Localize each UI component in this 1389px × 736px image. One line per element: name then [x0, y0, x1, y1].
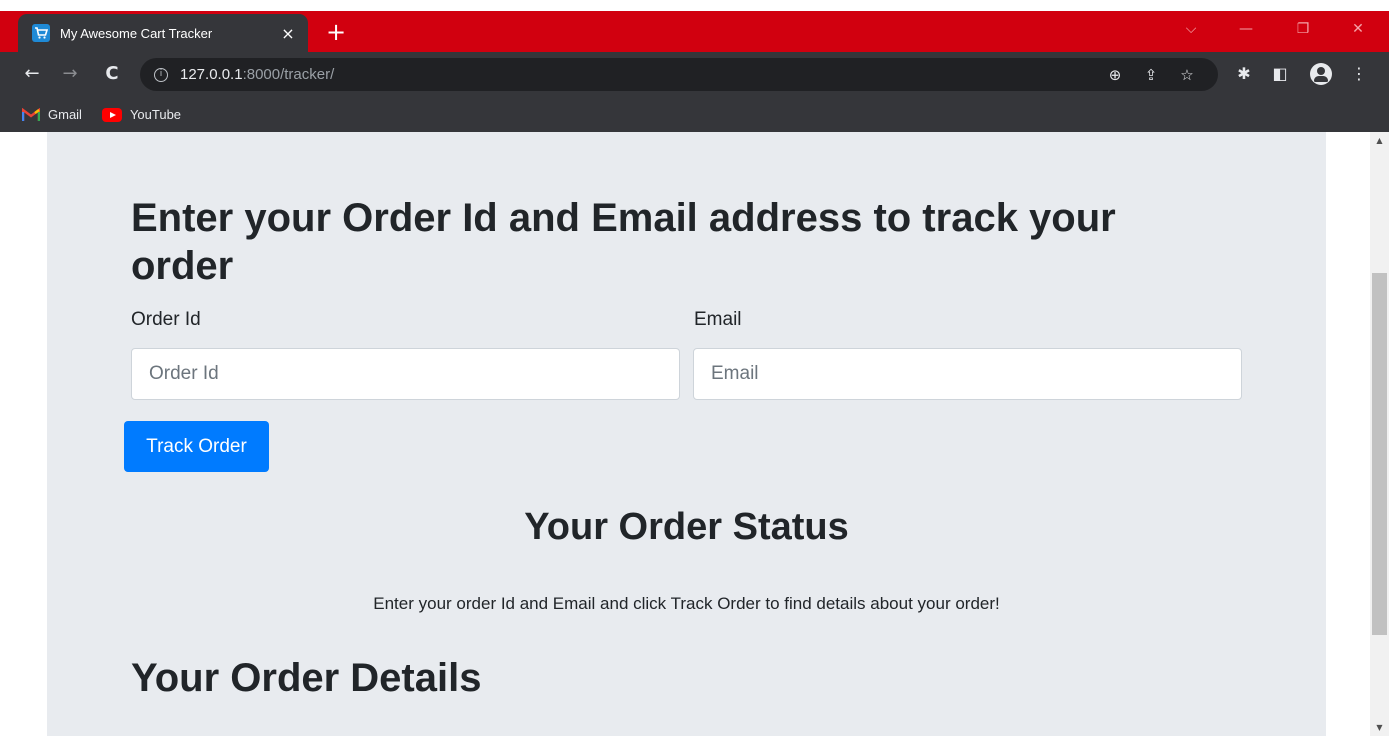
profile-avatar-icon[interactable] [1310, 63, 1332, 85]
url-path: :8000/tracker/ [242, 66, 335, 83]
bookmark-label: Gmail [48, 107, 82, 122]
track-order-button[interactable]: Track Order [124, 421, 269, 472]
side-panel-icon[interactable]: ◧ [1269, 63, 1291, 85]
order-id-label: Order Id [131, 309, 201, 330]
order-id-input[interactable] [131, 348, 680, 400]
back-button[interactable]: ← [20, 62, 44, 86]
new-tab-button[interactable]: + [322, 18, 350, 46]
browser-titlebar: My Awesome Cart Tracker × + ⌵ — ❐ ✕ [0, 0, 1389, 52]
page-scrollbar[interactable]: ▲ ▼ [1370, 132, 1389, 736]
extensions-icon[interactable]: ✱ [1233, 63, 1255, 85]
address-bar[interactable]: i 127.0.0.1:8000/tracker/ ⊕ ⇪ ☆ [140, 58, 1218, 91]
restore-button[interactable]: ❐ [1292, 18, 1314, 40]
order-details-heading: Your Order Details [131, 656, 482, 700]
site-info-icon[interactable]: i [154, 67, 168, 82]
zoom-icon[interactable]: ⊕ [1104, 64, 1126, 86]
gmail-icon [21, 107, 41, 122]
scroll-down-arrow-icon[interactable]: ▼ [1370, 719, 1389, 736]
tab-title: My Awesome Cart Tracker [60, 25, 213, 41]
browser-tab-active[interactable]: My Awesome Cart Tracker × [18, 14, 308, 52]
email-input[interactable] [693, 348, 1242, 400]
email-label: Email [694, 309, 742, 330]
scrollbar-thumb[interactable] [1372, 273, 1387, 635]
browser-toolbar: ← → C i 127.0.0.1:8000/tracker/ ⊕ ⇪ ☆ ✱ … [0, 52, 1389, 97]
bookmark-youtube[interactable]: YouTube [101, 107, 182, 122]
share-icon[interactable]: ⇪ [1140, 64, 1162, 86]
reload-button[interactable]: C [100, 62, 124, 86]
bookmark-gmail[interactable]: Gmail [21, 107, 82, 122]
page-title: Enter your Order Id and Email address to… [131, 196, 1116, 288]
page-viewport: Enter your Order Id and Email address to… [0, 132, 1370, 736]
bookmark-star-icon[interactable]: ☆ [1176, 64, 1198, 86]
cart-favicon-icon [32, 24, 50, 42]
tracker-container: Enter your Order Id and Email address to… [47, 132, 1326, 736]
menu-icon[interactable]: ⋮ [1348, 63, 1370, 85]
order-status-text: Enter your order Id and Email and click … [373, 594, 1000, 613]
order-status-heading: Your Order Status [524, 506, 849, 548]
forward-button[interactable]: → [58, 62, 82, 86]
tab-close-icon[interactable]: × [278, 24, 298, 43]
close-window-button[interactable]: ✕ [1347, 18, 1369, 40]
tab-search-icon[interactable]: ⌵ [1180, 18, 1202, 40]
youtube-icon [101, 107, 122, 122]
scroll-up-arrow-icon[interactable]: ▲ [1370, 132, 1389, 149]
url-host: 127.0.0.1 [180, 66, 243, 83]
minimize-button[interactable]: — [1235, 18, 1257, 40]
bookmark-label: YouTube [129, 107, 182, 122]
bookmarks-bar: Gmail YouTube [0, 97, 1389, 132]
